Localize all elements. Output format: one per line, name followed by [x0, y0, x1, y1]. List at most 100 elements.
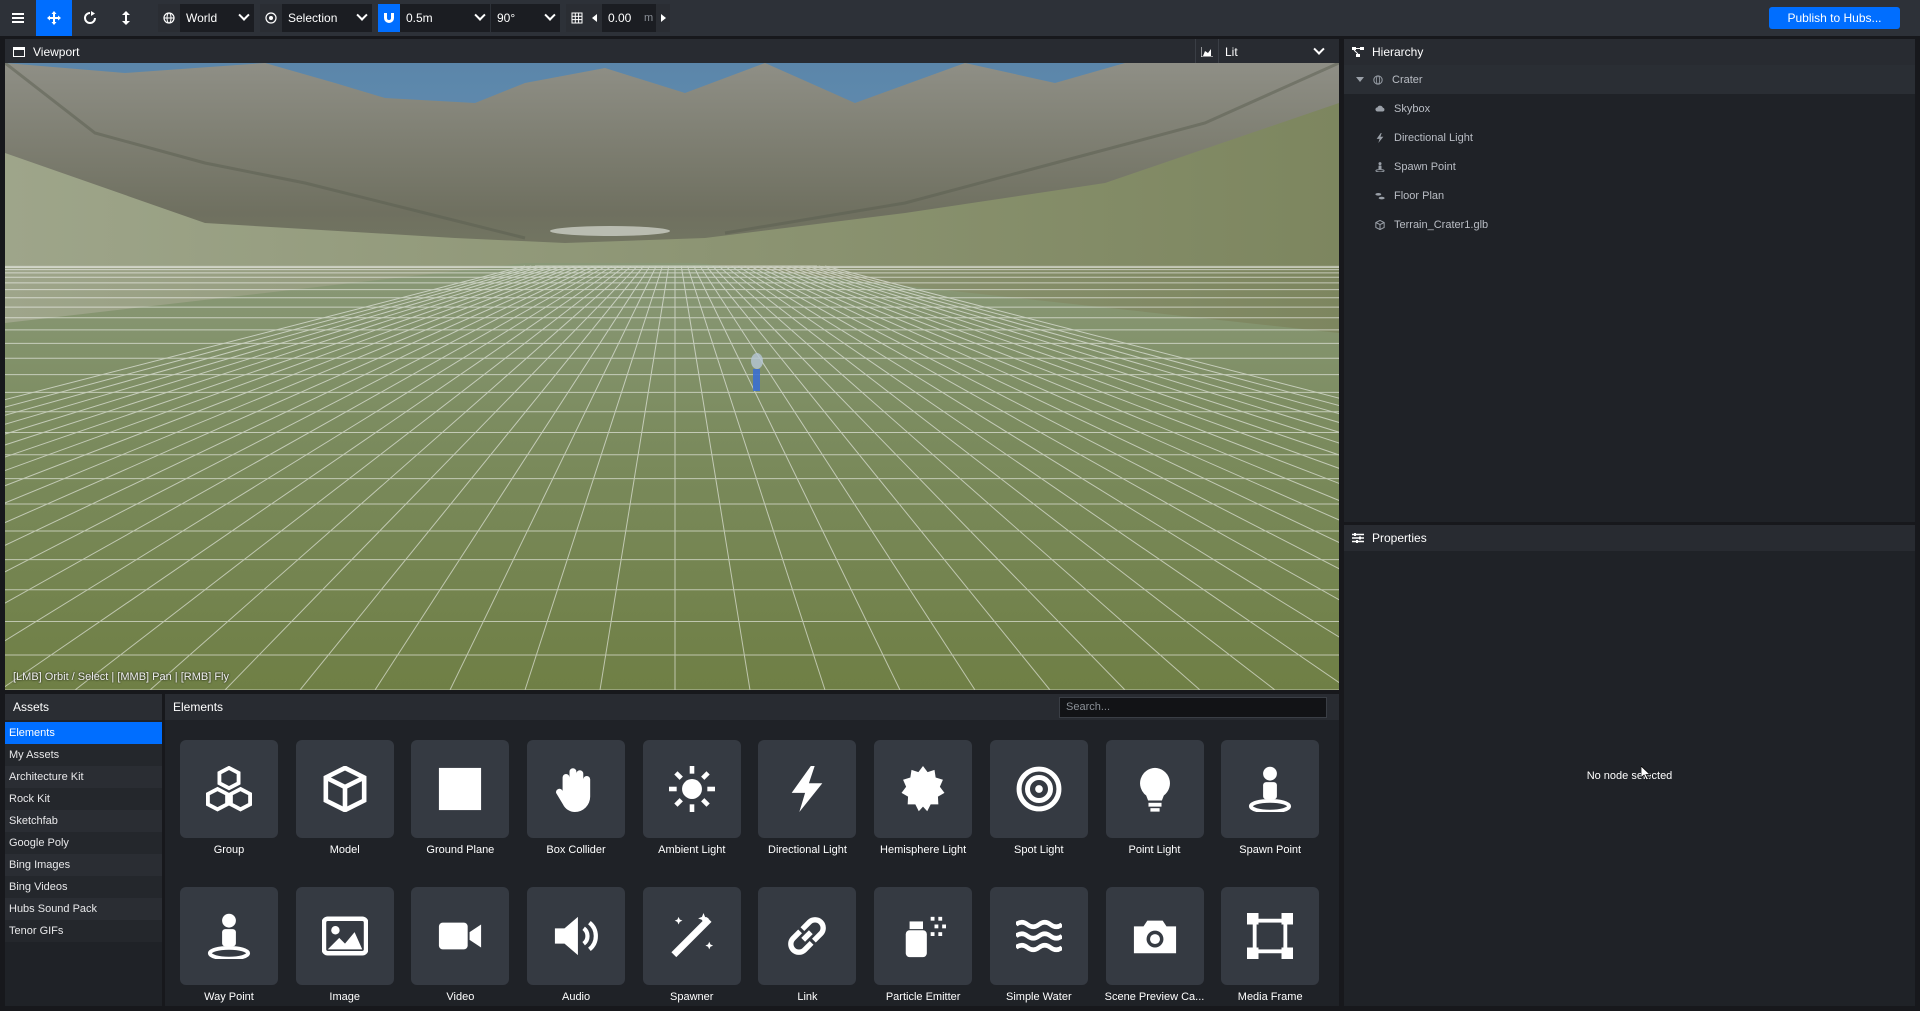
elements-title: Elements: [173, 700, 224, 714]
menu-button[interactable]: [0, 0, 36, 36]
element-tile-icon-box[interactable]: [411, 740, 510, 838]
asset-source-item[interactable]: Bing Videos: [5, 875, 162, 898]
element-tile[interactable]: Spawner: [642, 887, 741, 1003]
rotate-tool-button[interactable]: [72, 0, 108, 36]
element-tile-icon-box[interactable]: [1221, 887, 1320, 985]
asset-source-item[interactable]: Sketchfab: [5, 809, 162, 832]
element-tile[interactable]: Spot Light: [989, 740, 1088, 856]
hierarchy-header: Hierarchy: [1344, 39, 1915, 65]
element-tile-icon-box[interactable]: [874, 887, 973, 985]
grid-icon[interactable]: [566, 4, 588, 32]
transform-space-select[interactable]: World: [180, 4, 254, 32]
viewport-title: Viewport: [33, 45, 80, 59]
elements-panel: Elements Search... Group Model Ground Plan…: [165, 694, 1339, 1006]
camera-icon: [1133, 920, 1176, 954]
snap-group: 0.5m 90°: [378, 4, 560, 32]
element-tile[interactable]: Particle Emitter: [874, 887, 973, 1003]
caret-down-icon[interactable]: [1356, 76, 1366, 83]
element-tile[interactable]: Ground Plane: [411, 740, 510, 856]
element-tile[interactable]: Box Collider: [527, 740, 626, 856]
element-tile-icon-box[interactable]: [989, 740, 1088, 838]
magnet-icon[interactable]: [378, 4, 400, 32]
element-tile-label: Point Light: [1128, 844, 1181, 856]
asset-source-item[interactable]: Tenor GIFs: [5, 919, 162, 942]
asset-source-item[interactable]: Rock Kit: [5, 787, 162, 810]
element-tile[interactable]: Media Frame: [1221, 887, 1320, 1003]
grid-height-decrease[interactable]: [588, 4, 602, 32]
element-tile-icon-box[interactable]: [1105, 887, 1204, 985]
element-tile-icon-box[interactable]: [527, 740, 626, 838]
element-tile[interactable]: Link: [758, 887, 857, 1003]
hierarchy-item[interactable]: Terrain_Crater1.glb: [1344, 210, 1915, 239]
element-tile[interactable]: Group: [180, 740, 278, 856]
asset-source-item[interactable]: My Assets: [5, 743, 162, 766]
element-tile[interactable]: Point Light: [1105, 740, 1204, 856]
hierarchy-root[interactable]: Crater: [1344, 65, 1915, 94]
asset-source-item[interactable]: Bing Images: [5, 853, 162, 876]
street-view-icon: [1249, 766, 1292, 812]
element-tile[interactable]: Video: [411, 887, 510, 1003]
scene-canvas[interactable]: [LMB] Orbit / Select | [MMB] Pan | [RMB]…: [5, 63, 1339, 690]
pivot-select[interactable]: Selection: [282, 4, 372, 32]
hierarchy-item[interactable]: Floor Plan: [1344, 181, 1915, 210]
element-tile-icon-box[interactable]: [642, 887, 741, 985]
element-tile[interactable]: Scene Preview Ca...: [1105, 887, 1204, 1003]
asset-source-item[interactable]: Hubs Sound Pack: [5, 897, 162, 920]
street-view-icon: [207, 913, 251, 959]
hierarchy-item[interactable]: Skybox: [1344, 94, 1915, 123]
element-tile-icon-box[interactable]: [1221, 740, 1320, 838]
chevron-down-icon: [544, 9, 556, 21]
render-mode-value: Lit: [1225, 45, 1238, 59]
hierarchy-item[interactable]: Directional Light: [1344, 123, 1915, 152]
spray-can-icon: [905, 916, 947, 958]
render-mode-select[interactable]: Lit: [1219, 38, 1329, 66]
asset-source-item[interactable]: Google Poly: [5, 831, 162, 854]
asset-source-item[interactable]: Elements: [5, 722, 162, 744]
assets-title: Assets: [13, 700, 50, 714]
sliders-icon: [1352, 533, 1364, 543]
element-tile-icon-box[interactable]: [874, 740, 973, 838]
scale-tool-button[interactable]: [108, 0, 144, 36]
volume-icon: [554, 916, 598, 956]
lightbulb-icon: [1139, 767, 1170, 812]
translate-tool-button[interactable]: [36, 0, 72, 36]
elements-search-input[interactable]: Search...: [1059, 696, 1327, 718]
element-tile[interactable]: Spawn Point: [1221, 740, 1320, 856]
link-icon: [788, 917, 827, 955]
element-tile[interactable]: Image: [295, 887, 394, 1003]
element-tile[interactable]: Way Point: [180, 887, 278, 1003]
rotation-snap-select[interactable]: 90°: [490, 4, 560, 32]
video-icon: [439, 922, 482, 950]
viewport-panel: Viewport Lit [LMB] Orbit / Select | [MMB…: [5, 39, 1339, 690]
element-tile-icon-box[interactable]: [989, 887, 1088, 985]
element-tile-icon-box[interactable]: [180, 740, 278, 838]
element-tile[interactable]: Hemisphere Light: [874, 740, 973, 856]
rotation-snap-value: 90°: [497, 11, 516, 25]
hierarchy-item[interactable]: Spawn Point: [1344, 152, 1915, 181]
element-tile[interactable]: Ambient Light: [642, 740, 741, 856]
element-tile-icon-box[interactable]: [1105, 740, 1204, 838]
publish-button[interactable]: Publish to Hubs...: [1769, 7, 1900, 29]
vector-square-icon: [1247, 913, 1294, 959]
chart-area-icon: [1195, 39, 1219, 65]
element-tile-icon-box[interactable]: [527, 887, 626, 985]
element-tile[interactable]: Simple Water: [989, 887, 1088, 1003]
element-tile[interactable]: Audio: [527, 887, 626, 1003]
element-tile-label: Spawner: [670, 991, 714, 1003]
element-tile[interactable]: Model: [295, 740, 394, 856]
properties-title: Properties: [1372, 531, 1427, 545]
element-tile-icon-box[interactable]: [758, 887, 857, 985]
cubes-icon: [206, 766, 252, 812]
element-tile-icon-box[interactable]: [411, 887, 510, 985]
properties-header: Properties: [1344, 525, 1915, 551]
element-tile-icon-box[interactable]: [758, 740, 857, 838]
element-tile-icon-box[interactable]: [642, 740, 741, 838]
element-tile-icon-box[interactable]: [295, 740, 394, 838]
element-tile[interactable]: Directional Light: [758, 740, 857, 856]
element-tile-icon-box[interactable]: [180, 887, 278, 985]
grid-height-increase[interactable]: [656, 4, 670, 32]
translation-snap-select[interactable]: 0.5m: [400, 4, 490, 32]
grid-height-input[interactable]: 0.00: [602, 4, 642, 32]
asset-source-item[interactable]: Architecture Kit: [5, 765, 162, 788]
element-tile-icon-box[interactable]: [295, 887, 394, 985]
